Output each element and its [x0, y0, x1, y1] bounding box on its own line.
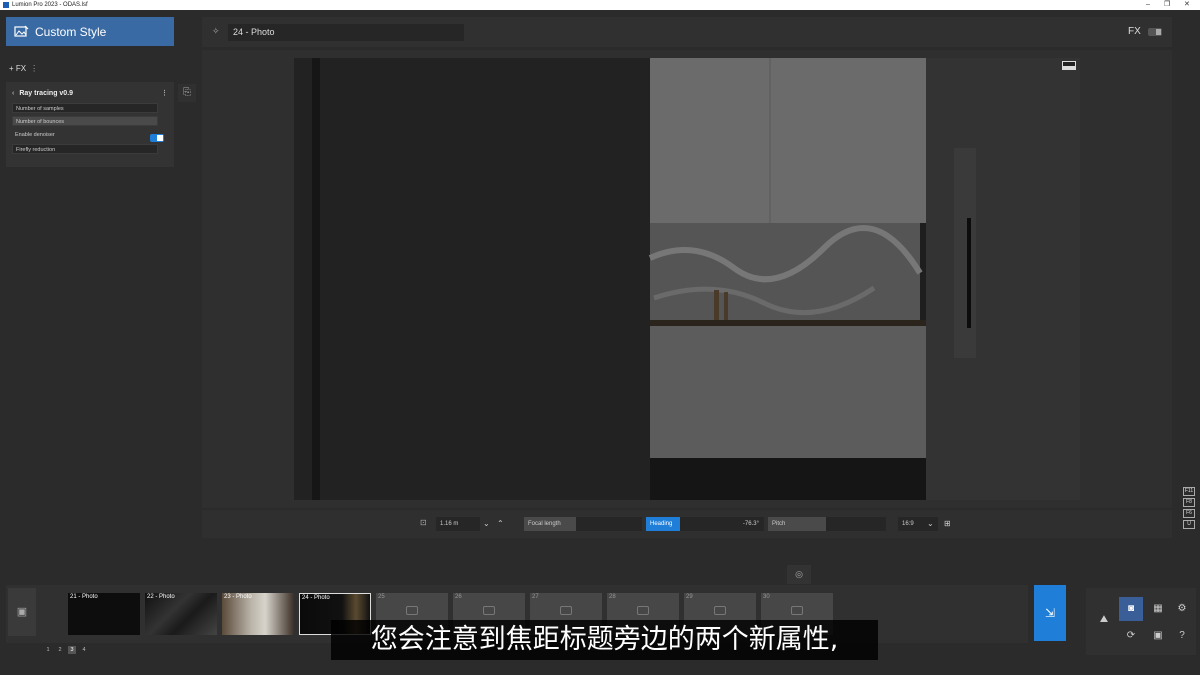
heading-label: Heading	[646, 517, 680, 531]
custom-style-label: Custom Style	[35, 24, 107, 39]
photo-slot-label: 30	[763, 594, 770, 600]
denoiser-toggle[interactable]	[150, 134, 164, 142]
effect-panel: ‹ Ray tracing v0.9 ⋮ Number of samples N…	[6, 82, 174, 167]
gallery-icon[interactable]: ▣	[8, 588, 36, 636]
app-logo-icon	[3, 2, 9, 8]
panorama-mode-icon[interactable]: ⟳	[1119, 624, 1143, 648]
photo-slot-label: 24 - Photo	[302, 595, 330, 601]
pitch-label: Pitch	[768, 517, 826, 531]
settings-gear-icon[interactable]: ⚙	[1170, 597, 1194, 621]
save-icon[interactable]: ▣	[1146, 624, 1170, 648]
key-f11: F11	[1183, 487, 1195, 496]
chevron-up-icon[interactable]: ⌃	[497, 517, 504, 531]
window-title: Lumion Pro 2023 - ODAS.lsf	[12, 2, 88, 8]
number-of-samples-field[interactable]: Number of samples	[12, 103, 158, 113]
camera-height-field[interactable]: 1.16 m	[436, 517, 480, 531]
restore-button[interactable]: ❐	[1164, 0, 1170, 10]
more-options-icon[interactable]: ⋮	[30, 64, 38, 73]
number-of-bounces-field[interactable]: Number of bounces	[12, 116, 158, 126]
render-preview[interactable]	[294, 58, 1080, 500]
photo-slot-label: 25	[378, 594, 385, 600]
effect-title: Ray tracing v0.9	[19, 89, 74, 97]
heading-field[interactable]: -76.3°	[680, 517, 764, 531]
kitchen-scene-image	[294, 58, 1080, 500]
shortcut-keys: F11 F8 F6 U	[1183, 487, 1195, 531]
render-photo-button[interactable]: ⇲	[1034, 585, 1066, 641]
photo-slot-label: 23 - Photo	[224, 594, 252, 600]
page-1[interactable]: 1	[44, 646, 52, 654]
camera-placeholder-icon	[791, 606, 803, 615]
photo-slot-21[interactable]: 21 - Photo	[68, 593, 140, 635]
effect-menu-icon[interactable]: ⋮	[161, 89, 168, 97]
take-photo-icon[interactable]: ◎	[787, 565, 811, 584]
photo-slot-label: 29	[686, 594, 693, 600]
key-f8: F8	[1183, 498, 1195, 507]
add-fx-button[interactable]: + FX ⋮	[9, 64, 38, 73]
photo-slot-23[interactable]: 23 - Photo	[222, 593, 294, 635]
focal-length-label: Focal length	[524, 517, 576, 531]
camera-height-icon: ⊡	[420, 518, 427, 527]
minimize-button[interactable]: –	[1146, 0, 1150, 10]
photo-name-field[interactable]: 24 - Photo	[228, 24, 464, 41]
camera-placeholder-icon	[483, 606, 495, 615]
video-subtitle: 您会注意到焦距标题旁边的两个新属性,	[331, 620, 878, 660]
style-image-icon	[14, 25, 29, 37]
photo-slot-label: 21 - Photo	[70, 594, 98, 600]
photo-slot-label: 27	[532, 594, 539, 600]
photo-mode-icon[interactable]: ◙	[1119, 597, 1143, 621]
camera-placeholder-icon	[637, 606, 649, 615]
mode-panel: ⛰ ◙ ▦ ⟳ ▣ ⚙ ?	[1086, 588, 1196, 655]
build-mode-icon[interactable]: ⛰	[1092, 608, 1116, 632]
help-icon[interactable]: ?	[1170, 624, 1194, 648]
photo-slot-label: 22 - Photo	[147, 594, 175, 600]
close-button[interactable]: ✕	[1184, 0, 1190, 10]
chevron-down-icon[interactable]: ⌄	[483, 517, 490, 531]
fx-label: FX	[1128, 26, 1141, 37]
camera-placeholder-icon	[714, 606, 726, 615]
photo-slot-label: 28	[609, 594, 616, 600]
add-fx-label: + FX	[9, 64, 27, 73]
title-bar: Lumion Pro 2023 - ODAS.lsf – ❐ ✕	[0, 0, 1200, 10]
pitch-field[interactable]	[826, 517, 886, 531]
page-selector: 1 2 3 4	[44, 646, 88, 654]
movie-mode-icon[interactable]: ▦	[1146, 597, 1170, 621]
enable-denoiser-label: Enable denoiser	[15, 132, 55, 138]
photo-sparkle-icon: ✧	[212, 26, 220, 36]
aspect-chevron-icon[interactable]: ⌄	[927, 517, 934, 531]
page-3[interactable]: 3	[68, 646, 76, 654]
photo-slot-label: 26	[455, 594, 462, 600]
camera-placeholder-icon	[406, 606, 418, 615]
camera-placeholder-icon	[560, 606, 572, 615]
photo-slot-22[interactable]: 22 - Photo	[145, 593, 217, 635]
clipboard-icon[interactable]: ⎘	[178, 84, 196, 102]
back-chevron-icon[interactable]: ‹	[12, 90, 14, 97]
camera-lock-icon[interactable]: ⊞	[944, 517, 951, 531]
page-2[interactable]: 2	[56, 646, 64, 654]
custom-style-button[interactable]: Custom Style	[6, 17, 174, 46]
key-f6: F6	[1183, 509, 1195, 518]
page-4[interactable]: 4	[80, 646, 88, 654]
firefly-reduction-field[interactable]: Firefly reduction	[12, 144, 158, 154]
key-u: U	[1183, 520, 1195, 529]
aspect-preview-icon[interactable]	[1062, 61, 1076, 70]
focal-length-field[interactable]	[576, 517, 642, 531]
fx-toggle[interactable]	[1148, 28, 1162, 36]
